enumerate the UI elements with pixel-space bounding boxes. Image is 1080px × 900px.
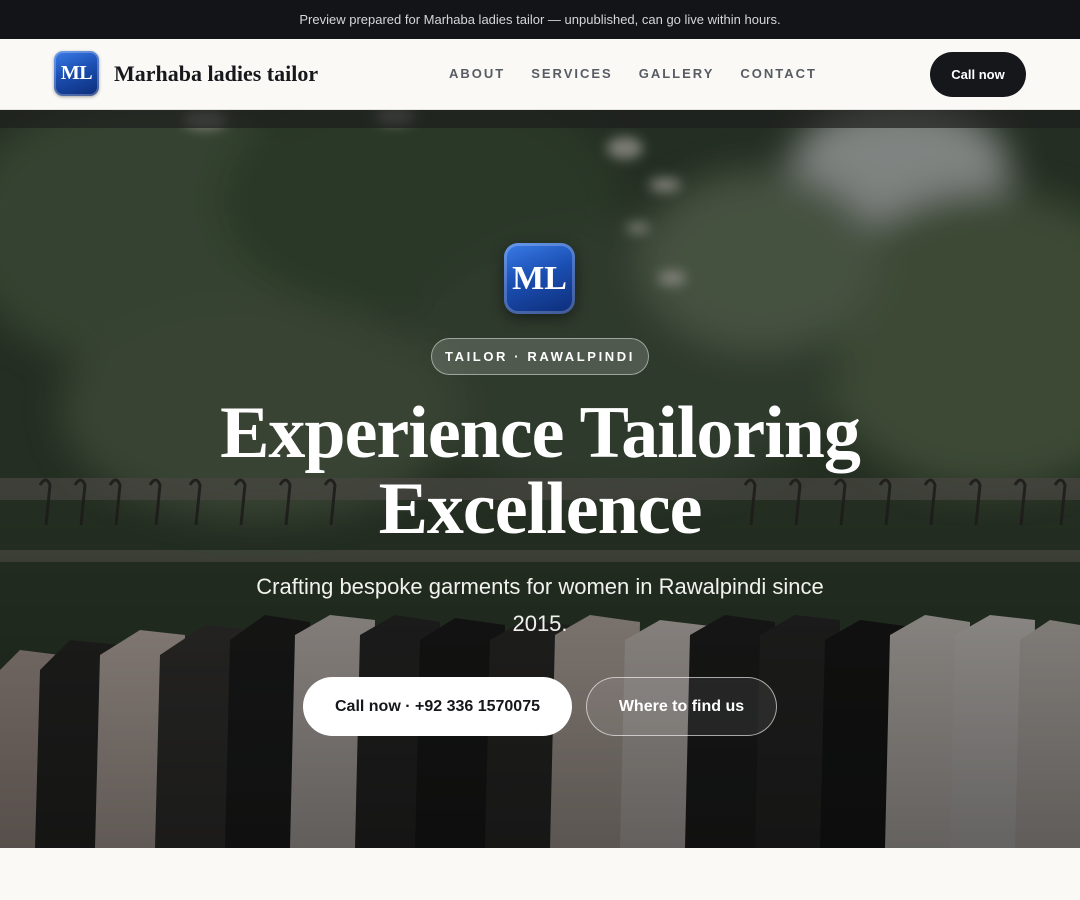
call-phone-button[interactable]: Call now · +92 336 1570075 (303, 677, 572, 736)
nav-link-contact[interactable]: CONTACT (740, 66, 817, 81)
hero-content: ML TAILOR · RAWALPINDI Experience Tailor… (0, 110, 1080, 848)
main-nav: ABOUT SERVICES GALLERY CONTACT (449, 66, 817, 81)
site-header: ML Marhaba ladies tailor ABOUT SERVICES … (0, 39, 1080, 110)
nav-link-about[interactable]: ABOUT (449, 66, 505, 81)
hero-subheadline: Crafting bespoke garments for women in R… (256, 574, 824, 636)
nav-link-services[interactable]: SERVICES (531, 66, 613, 81)
brand-logo-icon[interactable]: ML (54, 51, 99, 96)
preview-banner: Preview prepared for Marhaba ladies tail… (0, 0, 1080, 39)
hero-section: ML TAILOR · RAWALPINDI Experience Tailor… (0, 110, 1080, 848)
category-location-pill: TAILOR · RAWALPINDI (431, 338, 649, 375)
call-now-button[interactable]: Call now (930, 52, 1026, 97)
hero-headline: Experience Tailoring Excellence (220, 392, 861, 550)
preview-banner-text: Preview prepared for Marhaba ladies tail… (299, 12, 781, 27)
brand-name[interactable]: Marhaba ladies tailor (114, 61, 318, 87)
where-to-find-us-button[interactable]: Where to find us (586, 677, 777, 736)
hero-logo-icon: ML (504, 243, 575, 314)
nav-link-gallery[interactable]: GALLERY (639, 66, 715, 81)
